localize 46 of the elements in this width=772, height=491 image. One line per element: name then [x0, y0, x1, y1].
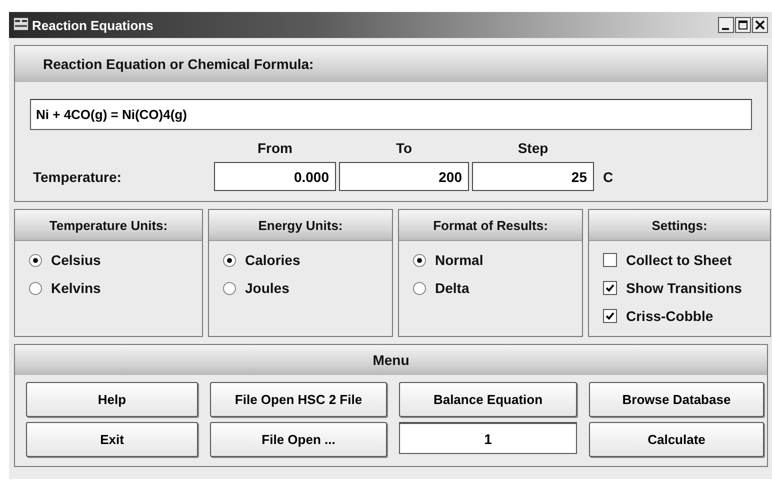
panel-header: Menu	[15, 345, 767, 375]
panel-header: Reaction Equation or Chemical Formula:	[15, 46, 767, 82]
radio-button[interactable]	[29, 254, 42, 266]
radio-button[interactable]	[413, 254, 426, 266]
count-field[interactable]: 1	[399, 422, 577, 454]
option-label: Collect to Sheet	[626, 252, 732, 268]
group-header: Format of Results:	[399, 210, 582, 241]
checkbox[interactable]	[603, 309, 617, 323]
menu-button[interactable]: Balance Equation	[399, 382, 577, 417]
equation-field[interactable]: Ni + 4CO(g) = Ni(CO)4(g)	[30, 99, 752, 130]
radio-button[interactable]	[413, 282, 426, 294]
option-label: Celsius	[51, 252, 101, 268]
column-heading: Step	[516, 140, 550, 158]
radio-button[interactable]	[223, 282, 236, 294]
close-icon[interactable]	[752, 17, 768, 33]
option-label: Normal	[435, 252, 484, 268]
group-header: Settings:	[589, 210, 770, 241]
group-header: Temperature Units:	[15, 210, 202, 241]
column-heading: From	[256, 140, 294, 158]
radio-button[interactable]	[29, 282, 42, 294]
temperature-field[interactable]: 200	[339, 162, 469, 191]
maximize-icon[interactable]	[735, 17, 751, 33]
option-label: Delta	[435, 280, 470, 296]
window-title: Reaction Equations	[32, 18, 154, 32]
unit-label: C	[602, 168, 614, 184]
temperature-field[interactable]: 25	[472, 162, 594, 191]
temperature-field[interactable]: 0.000	[214, 162, 336, 191]
menu-button[interactable]: Exit	[26, 422, 198, 457]
option-label: Show Transitions	[626, 280, 742, 296]
checkbox[interactable]	[603, 281, 617, 295]
option-label: Kelvins	[51, 280, 101, 296]
menu-button[interactable]: File Open HSC 2 File	[210, 382, 387, 417]
minimize-icon[interactable]	[718, 17, 734, 33]
menu-button[interactable]: Help	[26, 382, 198, 417]
option-label: Criss-Cobble	[626, 308, 714, 324]
radio-button[interactable]	[223, 254, 236, 266]
checkbox[interactable]	[603, 253, 617, 267]
menu-button[interactable]: Browse Database	[589, 382, 764, 417]
field-label: Temperature:	[33, 168, 122, 184]
group-header: Energy Units:	[209, 210, 392, 241]
column-heading: To	[394, 140, 414, 158]
menu-button[interactable]: Calculate	[589, 422, 764, 457]
app-icon	[13, 16, 29, 30]
option-label: Calories	[245, 252, 300, 268]
option-label: Joules	[245, 280, 290, 296]
menu-button[interactable]: File Open ...	[210, 422, 387, 457]
